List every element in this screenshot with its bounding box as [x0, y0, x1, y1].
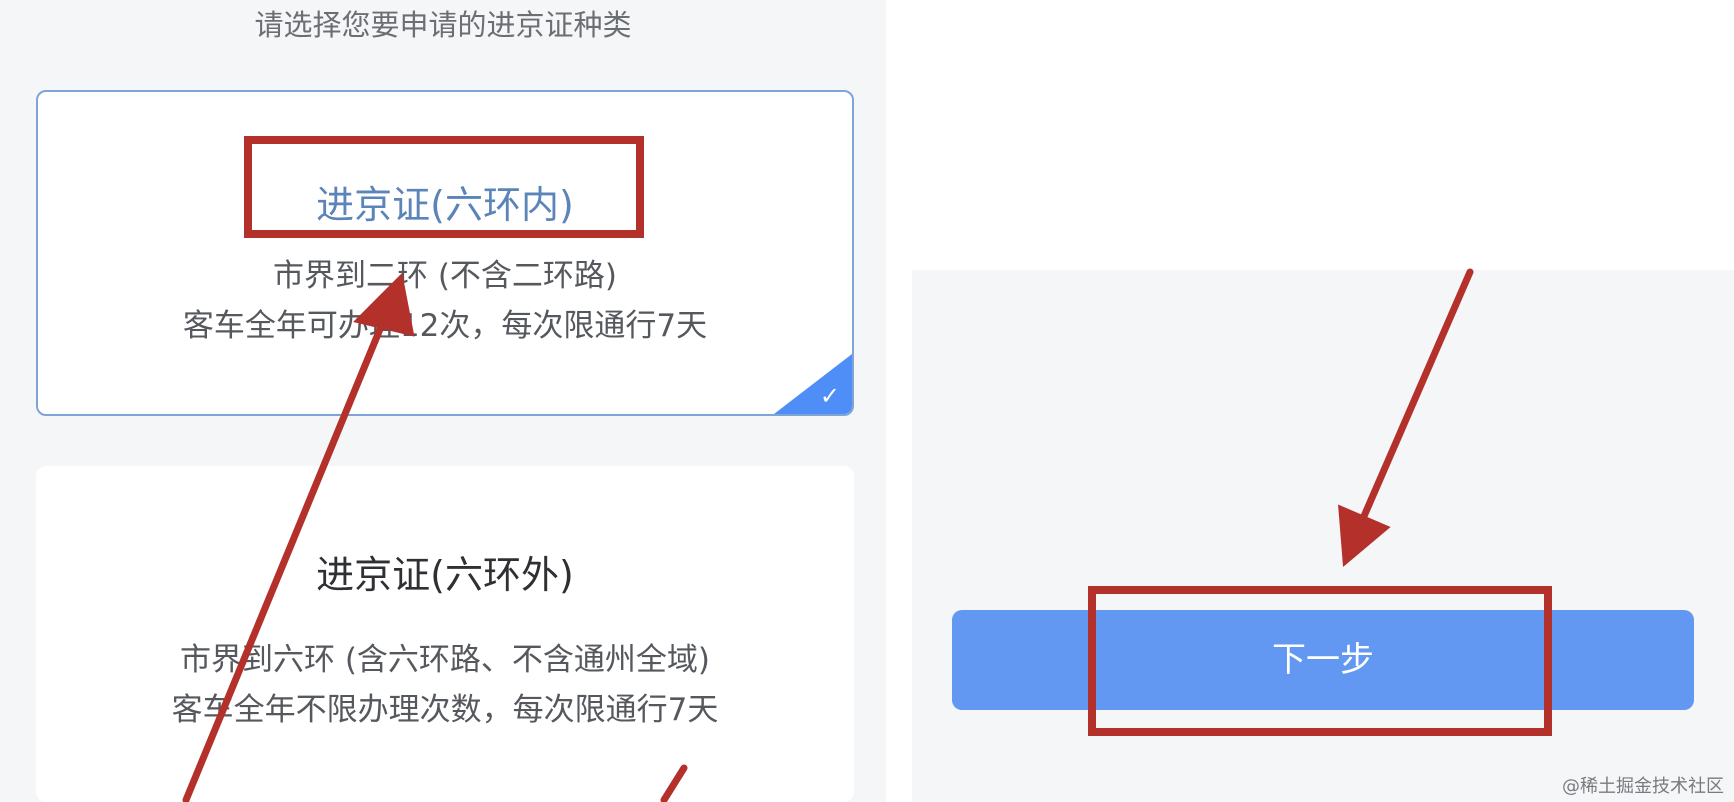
arrow-up-to-card: [182, 296, 396, 802]
arrowhead-up: [353, 272, 415, 337]
highlight-box-next-button: [1088, 586, 1552, 736]
arrowhead-down: [1338, 504, 1391, 568]
highlight-box-inner-title: [244, 136, 644, 238]
arrow-down-to-button: [1354, 268, 1474, 534]
annotation-overlay: [182, 136, 1552, 802]
arrow-fragment: [660, 764, 688, 802]
